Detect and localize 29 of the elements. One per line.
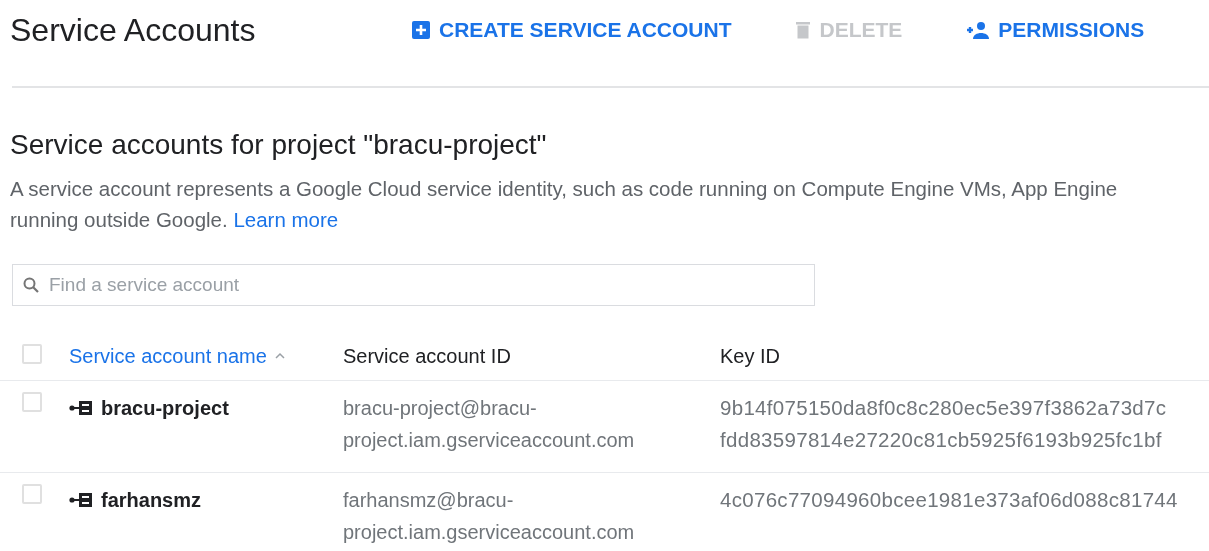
column-header[interactable]: Key ID <box>720 344 781 368</box>
key-id: 4c076c77094960bcee1981e373af06d088c81744 <box>720 487 1179 513</box>
add-person-icon <box>966 21 991 39</box>
page-title: Service Accounts <box>10 11 257 49</box>
row-checkbox[interactable] <box>22 392 42 412</box>
account-id: project.iam.gserviceaccount.com <box>343 428 636 453</box>
account-id: bracu-project@bracu- <box>343 396 538 421</box>
learn-more-link[interactable]: Learn more <box>233 208 339 231</box>
account-name: farhansmz <box>101 488 202 512</box>
row-checkbox[interactable] <box>22 484 42 504</box>
permissions-button[interactable]: PERMISSIONS <box>960 14 1151 46</box>
service-account-icon <box>69 492 93 508</box>
key-id: 9b14f075150da8f0c8c280ec5e397f3862a73d7c <box>720 395 1168 421</box>
search-field[interactable]: Find a service account <box>12 264 815 306</box>
account-id: farhansmz@bracu- <box>343 488 515 513</box>
add-box-icon <box>411 20 431 40</box>
section-heading: Service accounts for project "bracu-project" <box>10 128 548 162</box>
select-all-checkbox[interactable] <box>22 344 42 364</box>
trash-icon <box>795 20 812 40</box>
create-button[interactable]: CREATE SERVICE ACCOUNT <box>405 14 738 46</box>
account-id: project.iam.gserviceaccount.com <box>343 520 636 545</box>
service-account-icon <box>69 400 93 416</box>
account-name: bracu-project <box>101 396 229 420</box>
description-text: A service account represents a Google Cloud service identity, such as code running on Compute Engine VMs, App Engine <box>10 177 1118 200</box>
description-text: running outside Google. <box>10 208 228 231</box>
key-id: fdd83597814e27220c81cb5925f6193b925fc1bf <box>720 427 1163 453</box>
column-header[interactable]: Service account ID <box>343 344 511 368</box>
column-header[interactable]: Service account name <box>69 344 285 368</box>
search-icon <box>23 277 39 293</box>
